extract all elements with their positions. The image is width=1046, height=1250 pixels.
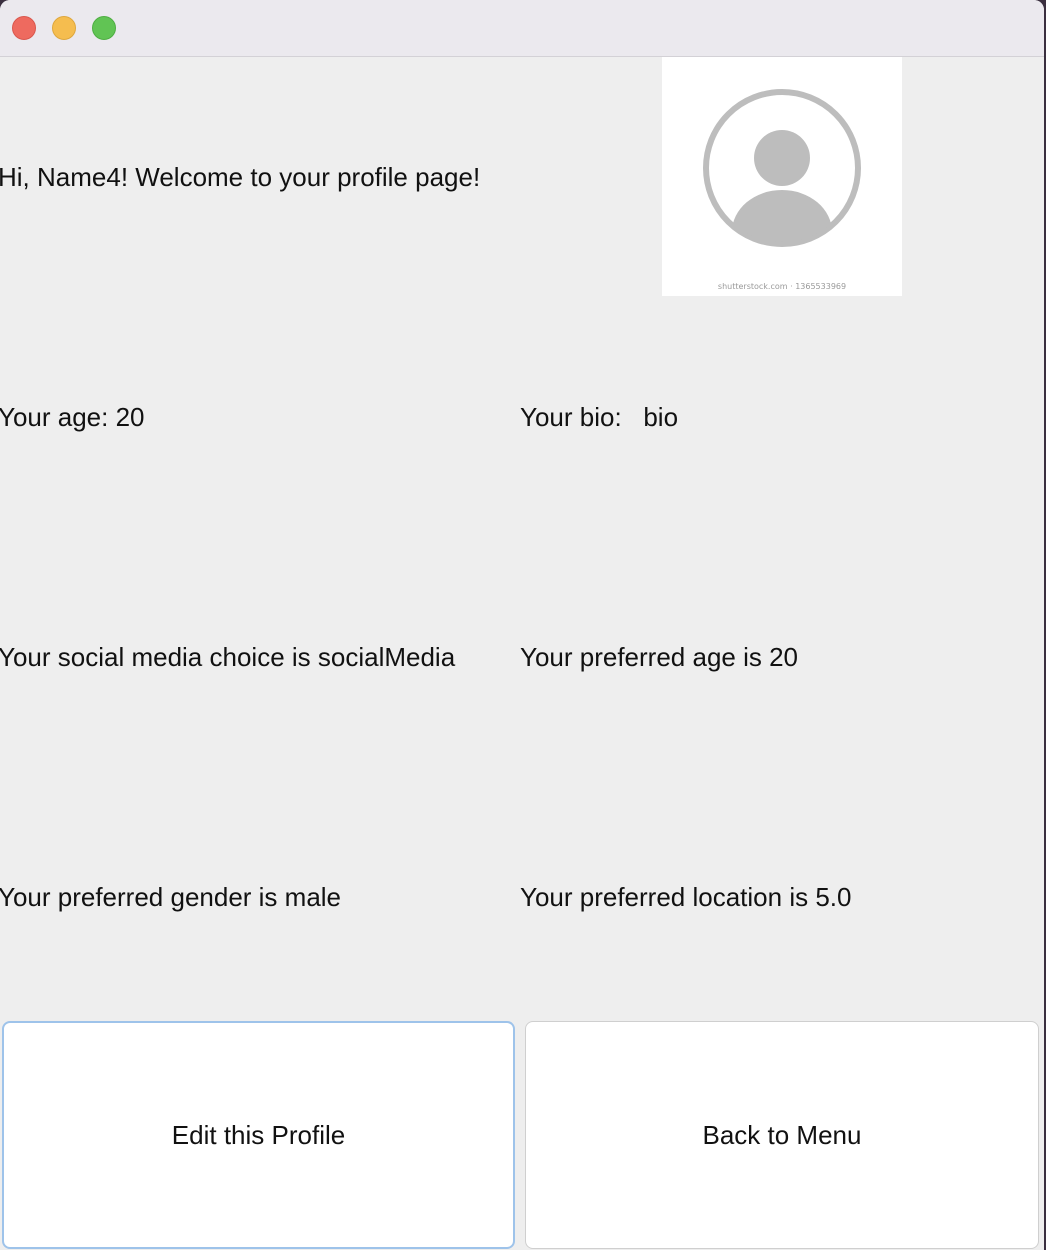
avatar-placeholder-icon xyxy=(703,89,861,247)
bio-label: Your bio: bio xyxy=(520,402,679,432)
minimize-window-button[interactable] xyxy=(52,16,76,40)
edit-profile-button[interactable]: Edit this Profile xyxy=(2,1021,515,1249)
preferred-location-label: Your preferred location is 5.0 xyxy=(520,882,852,912)
profile-content: Hi, Name4! Welcome to your profile page!… xyxy=(0,57,1044,1250)
close-window-button[interactable] xyxy=(12,16,36,40)
social-media-label: Your social media choice is socialMedia xyxy=(0,642,456,672)
age-label: Your age: 20 xyxy=(0,402,145,432)
maximize-window-button[interactable] xyxy=(92,16,116,40)
welcome-label: Hi, Name4! Welcome to your profile page! xyxy=(0,162,481,192)
back-to-menu-button[interactable]: Back to Menu xyxy=(525,1021,1039,1249)
profile-avatar: shutterstock.com · 1365533969 xyxy=(662,57,902,296)
avatar-watermark: shutterstock.com · 1365533969 xyxy=(717,282,847,291)
app-window: Hi, Name4! Welcome to your profile page!… xyxy=(0,0,1044,1250)
title-bar xyxy=(0,0,1044,57)
preferred-age-label: Your preferred age is 20 xyxy=(520,642,799,672)
preferred-gender-label: Your preferred gender is male xyxy=(0,882,342,912)
back-to-menu-button-label: Back to Menu xyxy=(702,1119,862,1150)
edit-profile-button-label: Edit this Profile xyxy=(171,1119,346,1150)
